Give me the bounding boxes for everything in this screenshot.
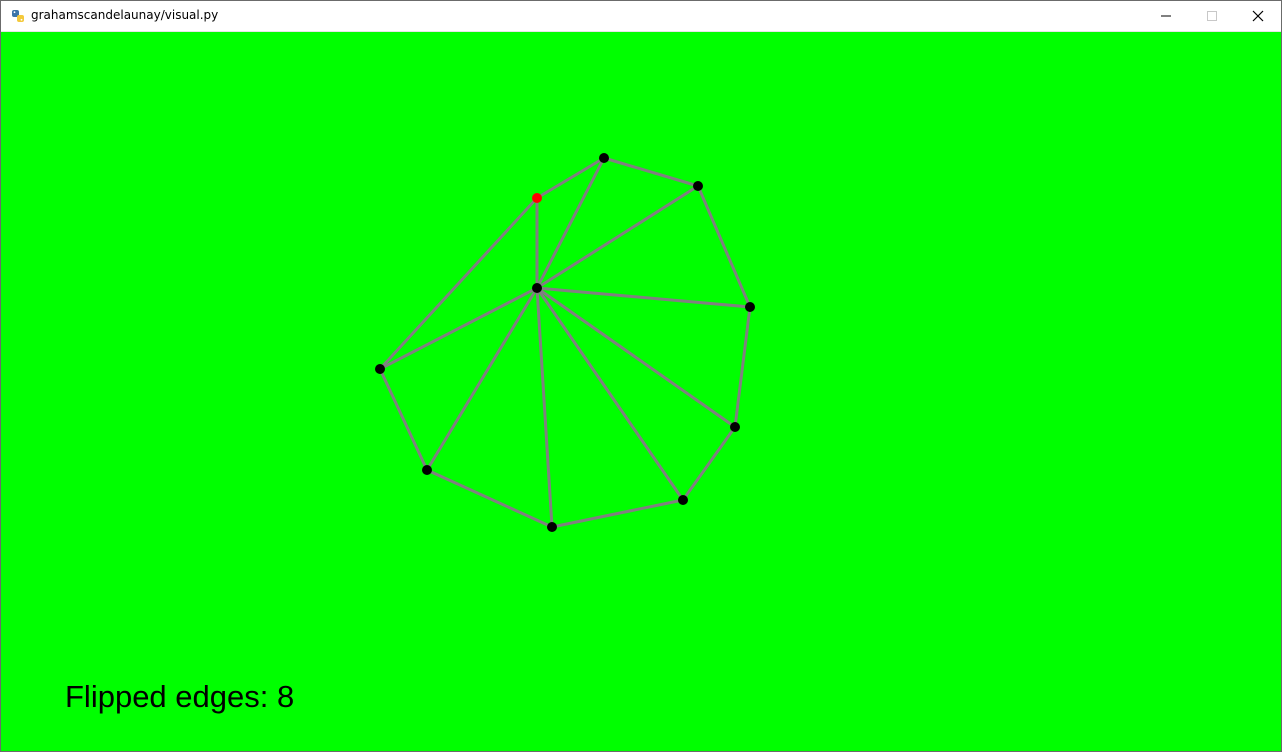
point [599,153,609,163]
point [375,364,385,374]
point [730,422,740,432]
point [532,283,542,293]
window-title: grahamscandelaunay/visual.py [31,8,219,22]
point [678,495,688,505]
triangulation-edge [603,156,699,188]
app-window: grahamscandelaunay/visual.py Flipped edg… [0,0,1282,752]
close-button[interactable] [1235,1,1281,31]
triangulation-edge [536,286,736,429]
triangulation-edge [378,196,539,371]
triangulation-edge [681,426,737,501]
point [547,522,557,532]
triangulation-edge [733,306,752,428]
point [693,181,703,191]
python-icon [12,10,24,22]
maximize-icon [1207,11,1217,21]
triangulation-graphic [375,153,755,532]
triangulation-edge [535,287,554,528]
point [422,465,432,475]
close-icon [1252,10,1264,22]
maximize-button[interactable] [1189,1,1235,31]
triangulation-edge [536,184,699,290]
point [745,302,755,312]
minimize-icon [1161,15,1171,17]
triangulation-edge [535,287,685,501]
minimize-button[interactable] [1143,1,1189,31]
highlighted-point [532,193,542,203]
drawing-canvas[interactable]: Flipped edges: 8 [1,32,1281,751]
triangulation-edge [426,468,553,529]
triangulation-edge [696,185,752,308]
triangulation-edge [551,498,684,529]
flipped-edges-label: Flipped edges: 8 [65,679,295,714]
title-bar[interactable]: grahamscandelaunay/visual.py [1,1,1281,32]
triangulation-edge [536,286,751,309]
triangulation-edge [378,368,429,471]
